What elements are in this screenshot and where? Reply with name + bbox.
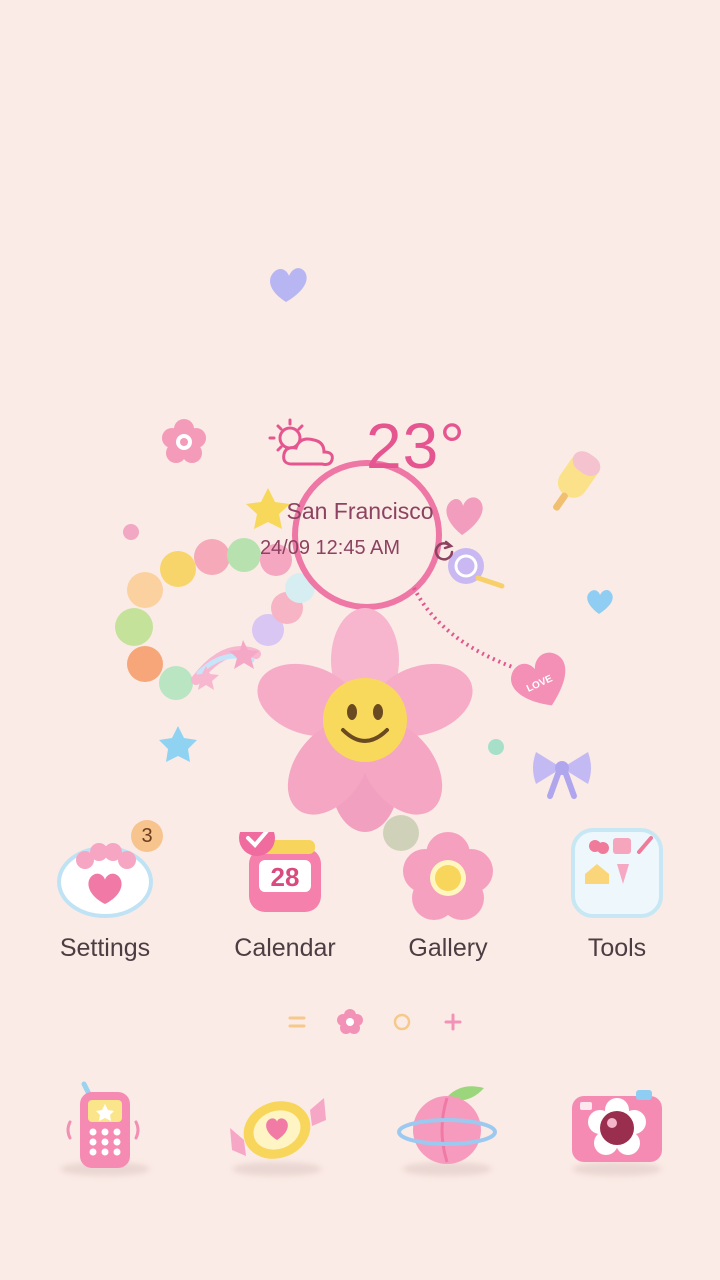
keyring-decoration	[292, 460, 442, 610]
flower-page-icon[interactable]	[337, 1009, 363, 1034]
phone-icon[interactable]	[50, 1070, 160, 1180]
candy-messages-icon[interactable]	[222, 1070, 332, 1180]
calendar-jar-icon: 28	[235, 820, 335, 928]
page-indicator[interactable]	[282, 1006, 472, 1040]
app-tools[interactable]: Tools	[532, 828, 702, 963]
app-label: Gallery	[408, 934, 488, 962]
heart-decoration-icon	[270, 268, 307, 302]
notification-badge: 3	[131, 820, 163, 852]
menu-page-icon[interactable]	[288, 1016, 306, 1028]
svg-text:28: 28	[271, 862, 300, 892]
popsicle-decoration-icon	[553, 451, 601, 511]
flower-gallery-icon	[398, 828, 498, 928]
tools-folder-icon	[567, 828, 667, 928]
smiley-flower-decoration-icon	[257, 608, 473, 832]
partly-cloudy-icon[interactable]	[268, 418, 340, 474]
app-settings[interactable]: 3 Settings	[20, 820, 190, 963]
add-page-icon[interactable]	[444, 1013, 462, 1031]
city-label[interactable]: San Francisco	[230, 498, 490, 525]
app-label: Tools	[587, 934, 647, 962]
datetime-label: 24/09 12:45 AM	[259, 537, 401, 559]
star-decoration-icon	[159, 726, 197, 762]
app-calendar[interactable]: 28 Calendar	[200, 820, 370, 963]
temperature-label[interactable]: 23°	[366, 414, 466, 478]
refresh-icon[interactable]	[432, 538, 456, 562]
app-label: Settings	[59, 934, 151, 962]
circle-page-icon[interactable]	[393, 1013, 411, 1031]
bow-decoration-icon	[533, 752, 591, 799]
paw-settings-icon: 3	[55, 820, 163, 928]
camera-icon[interactable]	[562, 1070, 672, 1180]
peach-planet-browser-icon[interactable]	[392, 1070, 502, 1180]
app-label: Calendar	[234, 934, 336, 962]
app-gallery[interactable]: Gallery	[363, 828, 533, 963]
flower-decoration-icon	[162, 419, 206, 463]
